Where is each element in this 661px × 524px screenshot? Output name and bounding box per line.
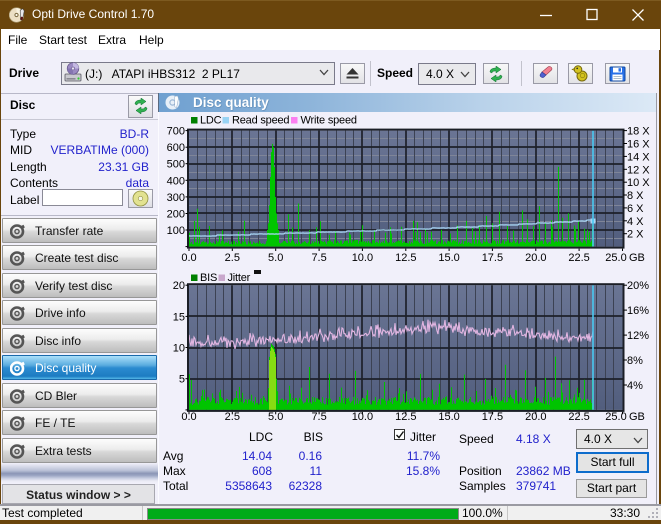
svg-text:15.0: 15.0 bbox=[438, 252, 459, 264]
svg-text:16 X: 16 X bbox=[627, 139, 650, 151]
svg-text:6 X: 6 X bbox=[627, 203, 644, 215]
svg-text:700: 700 bbox=[167, 126, 185, 138]
svg-text:2.5: 2.5 bbox=[225, 252, 240, 264]
svg-text:5: 5 bbox=[179, 374, 185, 386]
svg-text:14 X: 14 X bbox=[627, 151, 650, 163]
svg-text:15: 15 bbox=[173, 311, 185, 323]
svg-text:20%: 20% bbox=[627, 280, 649, 292]
svg-text:0.0: 0.0 bbox=[181, 252, 196, 264]
svg-text:17.5: 17.5 bbox=[482, 252, 503, 264]
svg-text:5.0: 5.0 bbox=[268, 252, 283, 264]
svg-text:GB: GB bbox=[629, 411, 645, 423]
svg-text:LDC: LDC bbox=[200, 115, 222, 127]
svg-text:GB: GB bbox=[629, 252, 645, 264]
svg-text:7.5: 7.5 bbox=[311, 252, 326, 264]
svg-text:25.0: 25.0 bbox=[605, 411, 626, 423]
svg-text:Write speed: Write speed bbox=[301, 115, 357, 127]
svg-text:25.0: 25.0 bbox=[605, 252, 626, 264]
svg-text:Read speed: Read speed bbox=[232, 115, 289, 127]
svg-text:BIS: BIS bbox=[200, 272, 217, 284]
svg-text:8 X: 8 X bbox=[627, 190, 644, 202]
svg-text:12%: 12% bbox=[627, 330, 649, 342]
svg-text:20: 20 bbox=[173, 280, 185, 292]
svg-text:16%: 16% bbox=[627, 305, 649, 317]
svg-text:600: 600 bbox=[167, 142, 185, 154]
svg-text:8%: 8% bbox=[627, 355, 643, 367]
svg-text:4%: 4% bbox=[627, 380, 643, 392]
svg-text:500: 500 bbox=[167, 159, 185, 171]
svg-text:10.0: 10.0 bbox=[352, 252, 373, 264]
svg-text:10: 10 bbox=[173, 343, 185, 355]
svg-text:20.0: 20.0 bbox=[525, 252, 546, 264]
svg-text:Jitter: Jitter bbox=[228, 272, 251, 284]
svg-text:200: 200 bbox=[167, 209, 185, 221]
svg-text:300: 300 bbox=[167, 192, 185, 204]
svg-text:12.5: 12.5 bbox=[395, 252, 416, 264]
svg-text:10 X: 10 X bbox=[627, 177, 650, 189]
svg-text:22.5: 22.5 bbox=[568, 252, 589, 264]
svg-text:100: 100 bbox=[167, 225, 185, 237]
svg-text:2 X: 2 X bbox=[627, 229, 644, 241]
svg-text:400: 400 bbox=[167, 175, 185, 187]
svg-text:18 X: 18 X bbox=[627, 126, 650, 138]
svg-text:12 X: 12 X bbox=[627, 164, 650, 176]
svg-text:4 X: 4 X bbox=[627, 216, 644, 228]
